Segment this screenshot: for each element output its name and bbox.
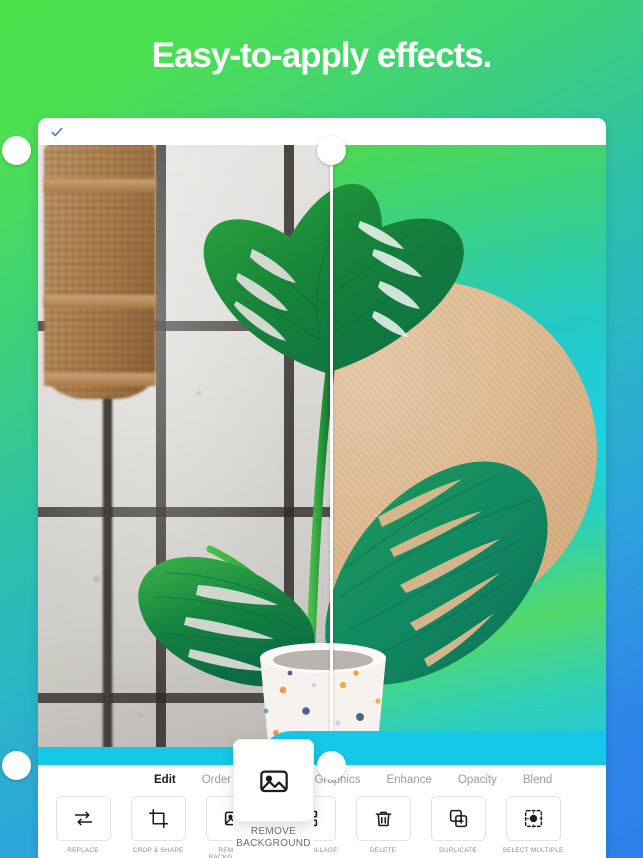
tool-duplicate[interactable]: Duplicate: [425, 796, 491, 858]
selection-handle-top-left[interactable]: [2, 136, 31, 165]
toolbar-tools: Replace Crop & Shape: [38, 786, 606, 858]
tool-label-replace: Replace: [67, 847, 99, 854]
check-icon[interactable]: [50, 125, 64, 139]
tool-delete[interactable]: Delete: [350, 796, 416, 858]
tool-label-crop-shape: Crop & Shape: [132, 847, 184, 854]
tooltip-label: Remove Background: [227, 826, 320, 850]
tab-edit[interactable]: Edit: [154, 774, 176, 786]
tool-label-delete: Delete: [369, 847, 397, 854]
swap-arrows-icon[interactable]: [55, 796, 111, 841]
app-card: Edit Order Filters Graphics Enhance Opac…: [38, 118, 606, 858]
bottom-toolbar: Edit Order Filters Graphics Enhance Opac…: [38, 739, 606, 858]
tab-blend[interactable]: Blend: [523, 774, 552, 786]
tool-crop-shape[interactable]: Crop & Shape: [125, 796, 191, 858]
tab-enhance[interactable]: Enhance: [386, 774, 431, 786]
tab-opacity[interactable]: Opacity: [458, 774, 497, 786]
tab-order[interactable]: Order: [202, 774, 231, 786]
selection-handle-top-right[interactable]: [317, 136, 346, 165]
selection-handle-bottom-left[interactable]: [2, 751, 31, 780]
tool-label-duplicate: Duplicate: [439, 847, 477, 854]
tooltip-label-line2: Background: [236, 838, 311, 850]
trash-icon[interactable]: [355, 796, 411, 841]
selection-handle-bottom-right[interactable]: [317, 751, 346, 780]
tooltip-label-line1: Remove: [250, 826, 297, 837]
edit-canvas[interactable]: [38, 145, 606, 765]
tool-label-select-multiple: Select Multiple: [502, 847, 564, 854]
marquee-select-icon[interactable]: [505, 796, 561, 841]
page-title: Easy-to-apply effects.: [151, 36, 493, 75]
tool-select-multiple[interactable]: Select Multiple: [500, 796, 566, 858]
remove-background-tooltip[interactable]: Remove Background: [233, 739, 314, 858]
duplicate-plus-icon[interactable]: [430, 796, 486, 841]
tooltip-image-icon[interactable]: [233, 739, 314, 822]
leaf-top: [203, 183, 464, 373]
crop-icon[interactable]: [130, 796, 186, 841]
split-divider-line[interactable]: [330, 145, 333, 765]
monstera-plant: [138, 183, 548, 763]
tool-replace[interactable]: Replace: [50, 796, 116, 858]
